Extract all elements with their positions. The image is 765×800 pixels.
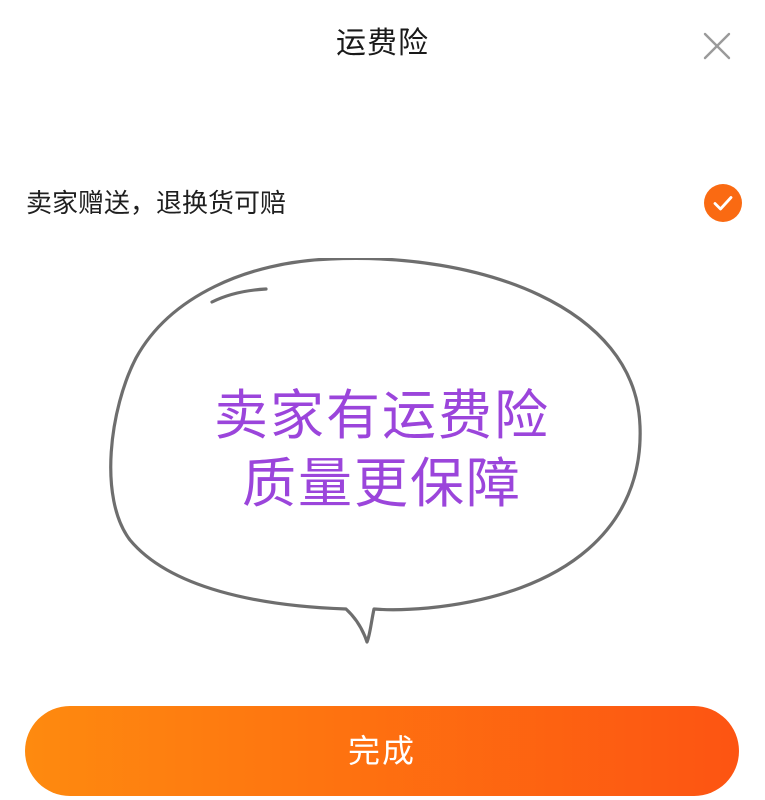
option-label: 卖家赠送，退换货可赔 bbox=[26, 189, 287, 219]
checkmark-icon bbox=[713, 196, 733, 211]
shipping-insurance-panel: 运费险 卖家赠送，退换货可赔 卖家有运费险 质量更保障 完成 bbox=[0, 0, 765, 800]
close-icon bbox=[703, 32, 731, 60]
promo-speech-bubble: 卖家有运费险 质量更保障 bbox=[108, 258, 656, 646]
option-checkbox[interactable] bbox=[704, 184, 742, 222]
promo-text: 卖家有运费险 质量更保障 bbox=[108, 382, 656, 518]
seller-gift-option[interactable]: 卖家赠送，退换货可赔 bbox=[0, 170, 765, 240]
done-button[interactable]: 完成 bbox=[25, 706, 739, 796]
promo-line-2: 质量更保障 bbox=[242, 452, 522, 515]
page-title: 运费险 bbox=[336, 26, 429, 61]
close-button[interactable] bbox=[692, 22, 740, 70]
done-button-label: 完成 bbox=[347, 732, 416, 770]
promo-line-1: 卖家有运费险 bbox=[214, 384, 550, 447]
